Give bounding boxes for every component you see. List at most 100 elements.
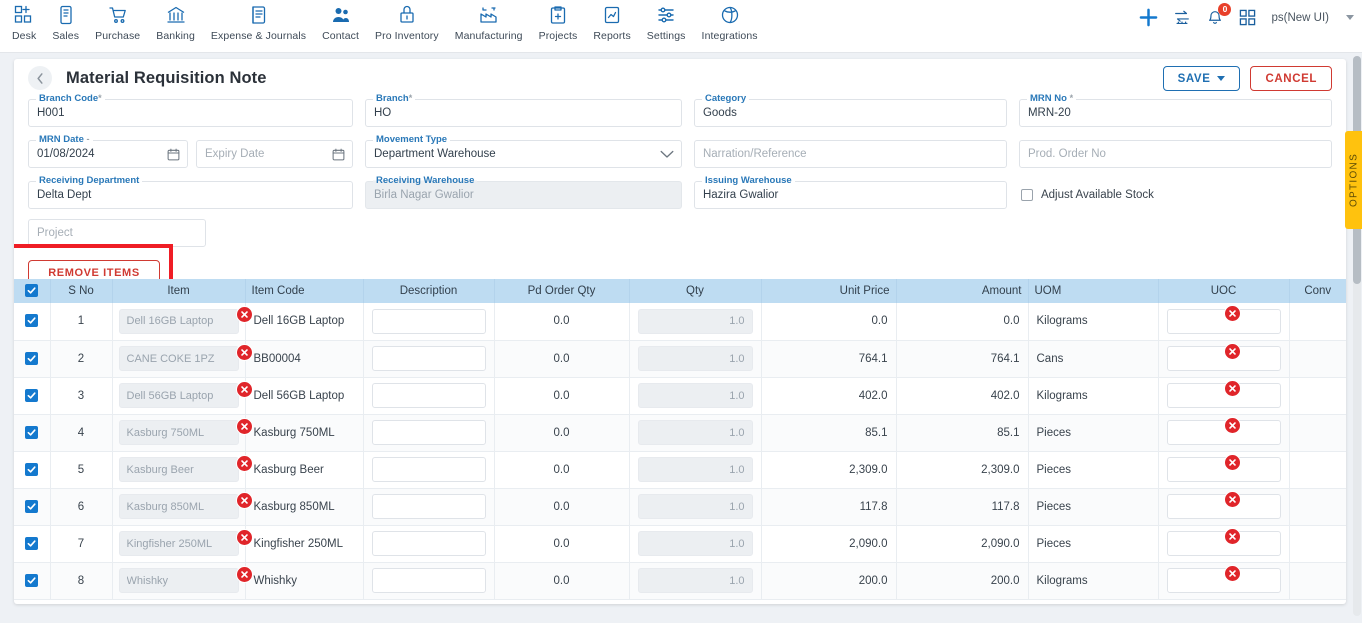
table-row[interactable]: 3Dell 56GB Laptop0.0402.0402.0Kilograms	[14, 377, 1346, 415]
row-description-input[interactable]	[371, 457, 486, 482]
cancel-button[interactable]: CANCEL	[1250, 66, 1332, 91]
delete-row-icon[interactable]	[235, 528, 253, 546]
column-header-amount[interactable]: Amount	[896, 279, 1029, 303]
table-row[interactable]: 6Kasburg 850ML0.0117.8117.8Pieces	[14, 488, 1346, 526]
back-button[interactable]	[28, 66, 52, 90]
row-description-input[interactable]	[371, 383, 486, 408]
nav-item-settings[interactable]: Settings	[639, 0, 694, 42]
row-select-cell[interactable]	[14, 303, 51, 341]
row-item-cell[interactable]	[112, 414, 253, 452]
row-select-cell[interactable]	[14, 340, 51, 378]
column-header-unit-price[interactable]: Unit Price	[761, 279, 897, 303]
column-header-conv[interactable]: Conv	[1289, 279, 1346, 303]
save-button[interactable]: SAVE	[1162, 66, 1241, 91]
nav-item-banking[interactable]: Banking	[148, 0, 203, 42]
table-row[interactable]: 2BB000040.0764.1764.1Cans	[14, 340, 1346, 378]
row-qty-cell[interactable]	[629, 303, 762, 341]
row-description-input[interactable]	[371, 346, 486, 371]
row-description-input[interactable]	[371, 308, 486, 334]
column-header-item[interactable]: Item	[112, 279, 246, 303]
row-select-cell[interactable]	[14, 562, 51, 600]
row-description-cell[interactable]	[363, 303, 495, 341]
nav-item-expense-journals[interactable]: Expense & Journals	[203, 0, 314, 42]
column-header-uoc[interactable]: UOC	[1158, 279, 1290, 303]
row-item-cell[interactable]	[112, 488, 253, 526]
nav-item-projects[interactable]: Projects	[531, 0, 586, 42]
row-select-cell[interactable]	[14, 377, 51, 415]
movement-type-select[interactable]	[366, 148, 660, 160]
row-description-input[interactable]	[371, 531, 486, 556]
nav-item-pro-inventory[interactable]: Pro Inventory	[367, 0, 447, 42]
row-select-checkbox[interactable]	[25, 351, 39, 365]
column-header-uom[interactable]: UOM	[1028, 279, 1159, 303]
add-plus-icon[interactable]	[1139, 8, 1158, 27]
notifications-bell-icon[interactable]: 0	[1206, 2, 1232, 27]
nav-item-contact[interactable]: Contact	[314, 0, 367, 42]
project-input[interactable]	[29, 227, 205, 239]
delete-row-icon[interactable]	[1223, 305, 1241, 322]
row-select-cell[interactable]	[14, 451, 51, 489]
row-select-checkbox[interactable]	[25, 425, 39, 439]
select-all-checkbox[interactable]	[25, 284, 39, 297]
row-qty-cell[interactable]	[629, 340, 762, 378]
row-qty-cell[interactable]	[629, 562, 762, 600]
row-description-cell[interactable]	[363, 525, 495, 563]
save-dropdown-caret-icon[interactable]	[1217, 76, 1226, 81]
branch-code-input[interactable]	[29, 107, 352, 119]
adjust-available-stock-checkbox[interactable]	[1020, 189, 1033, 201]
row-uoc-cell[interactable]	[1158, 451, 1290, 489]
table-row[interactable]: 5Kasburg Beer0.02,309.02,309.0Pieces	[14, 451, 1346, 489]
row-select-checkbox[interactable]	[25, 573, 39, 587]
row-item-cell[interactable]	[112, 451, 253, 489]
row-uoc-cell[interactable]	[1158, 340, 1290, 378]
column-header-item-code[interactable]: Item Code	[245, 279, 364, 303]
delete-row-icon[interactable]	[1223, 564, 1241, 582]
row-select-cell[interactable]	[14, 525, 51, 563]
table-row[interactable]: 4Kasburg 750ML0.085.185.1Pieces	[14, 414, 1346, 452]
row-description-cell[interactable]	[363, 488, 495, 526]
delete-row-icon[interactable]	[235, 454, 253, 472]
row-description-cell[interactable]	[363, 451, 495, 489]
row-description-cell[interactable]	[363, 340, 495, 378]
row-description-input[interactable]	[371, 420, 486, 445]
column-header-pd-order-qty[interactable]: Pd Order Qty	[494, 279, 630, 303]
row-uoc-cell[interactable]	[1158, 488, 1290, 526]
delete-row-icon[interactable]	[235, 491, 253, 509]
row-select-checkbox[interactable]	[25, 314, 39, 328]
delete-row-icon[interactable]	[235, 343, 253, 361]
delete-row-icon[interactable]	[1223, 490, 1241, 508]
row-select-checkbox[interactable]	[25, 536, 39, 550]
row-uoc-cell[interactable]	[1158, 414, 1290, 452]
nav-item-desk[interactable]: Desk	[4, 0, 44, 42]
mrn-date-input[interactable]	[29, 148, 167, 160]
narration-input[interactable]	[694, 148, 1006, 160]
user-account-label[interactable]: ps(New UI)	[1271, 12, 1329, 24]
table-row[interactable]: 7Kingfisher 250ML0.02,090.02,090.0Pieces	[14, 525, 1346, 563]
row-uoc-cell[interactable]	[1158, 525, 1290, 563]
calendar-icon[interactable]	[332, 148, 352, 161]
options-side-tab[interactable]: OPTIONS	[1345, 131, 1362, 229]
row-select-cell[interactable]	[14, 414, 51, 452]
transfer-bank-icon[interactable]	[1173, 9, 1191, 27]
prod-order-no-input[interactable]	[1019, 148, 1331, 160]
row-item-cell[interactable]	[112, 340, 253, 378]
chevron-down-icon[interactable]	[660, 150, 681, 159]
row-description-cell[interactable]	[363, 377, 495, 415]
field-adjust-available-stock[interactable]: Adjust Available Stock	[1019, 181, 1332, 209]
column-header-description[interactable]: Description	[363, 279, 495, 303]
calendar-icon[interactable]	[167, 148, 187, 161]
row-description-input[interactable]	[371, 568, 486, 593]
issuing-warehouse-input[interactable]	[694, 189, 1006, 201]
row-select-checkbox[interactable]	[25, 388, 39, 402]
receiving-department-input[interactable]	[29, 189, 352, 201]
delete-row-icon[interactable]	[235, 565, 253, 583]
nav-item-reports[interactable]: Reports	[585, 0, 638, 42]
row-select-checkbox[interactable]	[25, 499, 39, 513]
column-header-qty[interactable]: Qty	[629, 279, 762, 303]
delete-row-icon[interactable]	[235, 306, 253, 323]
nav-item-sales[interactable]: Sales	[44, 0, 87, 42]
row-uoc-cell[interactable]	[1158, 303, 1290, 341]
nav-item-integrations[interactable]: Integrations	[694, 0, 766, 42]
delete-row-icon[interactable]	[1223, 453, 1241, 471]
delete-row-icon[interactable]	[235, 417, 253, 435]
